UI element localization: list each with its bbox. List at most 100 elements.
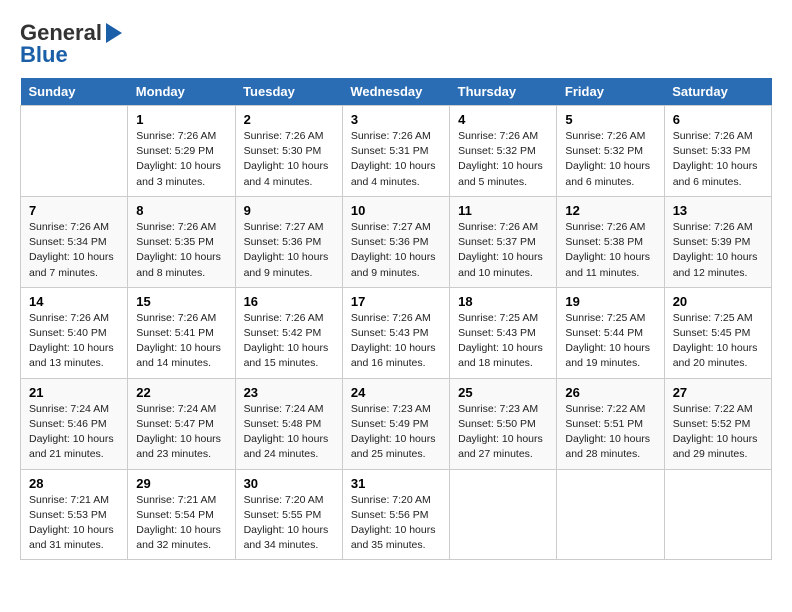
calendar-cell: 7 Sunrise: 7:26 AMSunset: 5:34 PMDaylight… xyxy=(21,196,128,287)
calendar-cell: 21 Sunrise: 7:24 AMSunset: 5:46 PMDayligh… xyxy=(21,378,128,469)
cell-content: Sunrise: 7:25 AMSunset: 5:43 PMDaylight:… xyxy=(458,311,548,372)
day-number: 18 xyxy=(458,294,548,309)
day-number: 16 xyxy=(244,294,334,309)
header-row: SundayMondayTuesdayWednesdayThursdayFrid… xyxy=(21,78,772,106)
calendar-cell: 19 Sunrise: 7:25 AMSunset: 5:44 PMDayligh… xyxy=(557,287,664,378)
day-number: 13 xyxy=(673,203,763,218)
day-number: 19 xyxy=(565,294,655,309)
calendar-cell: 8 Sunrise: 7:26 AMSunset: 5:35 PMDaylight… xyxy=(128,196,235,287)
cell-content: Sunrise: 7:20 AMSunset: 5:56 PMDaylight:… xyxy=(351,493,441,554)
day-number: 3 xyxy=(351,112,441,127)
cell-content: Sunrise: 7:26 AMSunset: 5:33 PMDaylight:… xyxy=(673,129,763,190)
calendar-cell: 12 Sunrise: 7:26 AMSunset: 5:38 PMDayligh… xyxy=(557,196,664,287)
day-number: 26 xyxy=(565,385,655,400)
week-row: 21 Sunrise: 7:24 AMSunset: 5:46 PMDayligh… xyxy=(21,378,772,469)
calendar-cell: 28 Sunrise: 7:21 AMSunset: 5:53 PMDayligh… xyxy=(21,469,128,560)
day-number: 14 xyxy=(29,294,119,309)
col-header-thursday: Thursday xyxy=(450,78,557,106)
day-number: 29 xyxy=(136,476,226,491)
calendar-cell: 16 Sunrise: 7:26 AMSunset: 5:42 PMDayligh… xyxy=(235,287,342,378)
page-header: General Blue xyxy=(20,20,772,68)
cell-content: Sunrise: 7:25 AMSunset: 5:44 PMDaylight:… xyxy=(565,311,655,372)
cell-content: Sunrise: 7:26 AMSunset: 5:40 PMDaylight:… xyxy=(29,311,119,372)
calendar-cell: 26 Sunrise: 7:22 AMSunset: 5:51 PMDayligh… xyxy=(557,378,664,469)
day-number: 8 xyxy=(136,203,226,218)
calendar-cell xyxy=(557,469,664,560)
calendar-cell: 3 Sunrise: 7:26 AMSunset: 5:31 PMDaylight… xyxy=(342,106,449,197)
col-header-wednesday: Wednesday xyxy=(342,78,449,106)
cell-content: Sunrise: 7:22 AMSunset: 5:51 PMDaylight:… xyxy=(565,402,655,463)
cell-content: Sunrise: 7:20 AMSunset: 5:55 PMDaylight:… xyxy=(244,493,334,554)
day-number: 20 xyxy=(673,294,763,309)
calendar-cell: 22Sunrise: 7:24 AMSunset: 5:47 PMDayligh… xyxy=(128,378,235,469)
calendar-cell: 31 Sunrise: 7:20 AMSunset: 5:56 PMDayligh… xyxy=(342,469,449,560)
calendar-cell: 20 Sunrise: 7:25 AMSunset: 5:45 PMDayligh… xyxy=(664,287,771,378)
cell-content: Sunrise: 7:26 AMSunset: 5:42 PMDaylight:… xyxy=(244,311,334,372)
calendar-cell: 23 Sunrise: 7:24 AMSunset: 5:48 PMDayligh… xyxy=(235,378,342,469)
cell-content: Sunrise: 7:22 AMSunset: 5:52 PMDaylight:… xyxy=(673,402,763,463)
cell-content: Sunrise: 7:26 AMSunset: 5:32 PMDaylight:… xyxy=(565,129,655,190)
day-number: 12 xyxy=(565,203,655,218)
cell-content: Sunrise: 7:24 AMSunset: 5:48 PMDaylight:… xyxy=(244,402,334,463)
logo-arrow-icon xyxy=(106,23,122,43)
day-number: 10 xyxy=(351,203,441,218)
cell-content: Sunrise: 7:26 AMSunset: 5:29 PMDaylight:… xyxy=(136,129,226,190)
day-number: 28 xyxy=(29,476,119,491)
day-number: 25 xyxy=(458,385,548,400)
day-number: 4 xyxy=(458,112,548,127)
cell-content: Sunrise: 7:26 AMSunset: 5:39 PMDaylight:… xyxy=(673,220,763,281)
day-number: 22 xyxy=(136,385,226,400)
calendar-cell: 30 Sunrise: 7:20 AMSunset: 5:55 PMDayligh… xyxy=(235,469,342,560)
cell-content: Sunrise: 7:26 AMSunset: 5:37 PMDaylight:… xyxy=(458,220,548,281)
day-number: 5 xyxy=(565,112,655,127)
day-number: 21 xyxy=(29,385,119,400)
day-number: 30 xyxy=(244,476,334,491)
col-header-monday: Monday xyxy=(128,78,235,106)
cell-content: Sunrise: 7:26 AMSunset: 5:31 PMDaylight:… xyxy=(351,129,441,190)
calendar-cell: 27 Sunrise: 7:22 AMSunset: 5:52 PMDayligh… xyxy=(664,378,771,469)
cell-content: Sunrise: 7:25 AMSunset: 5:45 PMDaylight:… xyxy=(673,311,763,372)
calendar-table: SundayMondayTuesdayWednesdayThursdayFrid… xyxy=(20,78,772,560)
day-number: 24 xyxy=(351,385,441,400)
day-number: 11 xyxy=(458,203,548,218)
cell-content: Sunrise: 7:26 AMSunset: 5:34 PMDaylight:… xyxy=(29,220,119,281)
day-number: 2 xyxy=(244,112,334,127)
week-row: 14 Sunrise: 7:26 AMSunset: 5:40 PMDayligh… xyxy=(21,287,772,378)
calendar-cell xyxy=(664,469,771,560)
week-row: 28 Sunrise: 7:21 AMSunset: 5:53 PMDayligh… xyxy=(21,469,772,560)
cell-content: Sunrise: 7:26 AMSunset: 5:43 PMDaylight:… xyxy=(351,311,441,372)
cell-content: Sunrise: 7:23 AMSunset: 5:49 PMDaylight:… xyxy=(351,402,441,463)
col-header-sunday: Sunday xyxy=(21,78,128,106)
cell-content: Sunrise: 7:26 AMSunset: 5:38 PMDaylight:… xyxy=(565,220,655,281)
day-number: 9 xyxy=(244,203,334,218)
calendar-cell xyxy=(21,106,128,197)
calendar-cell: 13 Sunrise: 7:26 AMSunset: 5:39 PMDayligh… xyxy=(664,196,771,287)
cell-content: Sunrise: 7:21 AMSunset: 5:53 PMDaylight:… xyxy=(29,493,119,554)
calendar-cell: 25Sunrise: 7:23 AMSunset: 5:50 PMDayligh… xyxy=(450,378,557,469)
day-number: 6 xyxy=(673,112,763,127)
col-header-saturday: Saturday xyxy=(664,78,771,106)
day-number: 17 xyxy=(351,294,441,309)
logo-blue: Blue xyxy=(20,42,68,68)
cell-content: Sunrise: 7:27 AMSunset: 5:36 PMDaylight:… xyxy=(244,220,334,281)
day-number: 1 xyxy=(136,112,226,127)
calendar-cell: 5 Sunrise: 7:26 AMSunset: 5:32 PMDaylight… xyxy=(557,106,664,197)
cell-content: Sunrise: 7:24 AMSunset: 5:46 PMDaylight:… xyxy=(29,402,119,463)
col-header-tuesday: Tuesday xyxy=(235,78,342,106)
calendar-cell: 10Sunrise: 7:27 AMSunset: 5:36 PMDayligh… xyxy=(342,196,449,287)
calendar-cell xyxy=(450,469,557,560)
calendar-cell: 17 Sunrise: 7:26 AMSunset: 5:43 PMDayligh… xyxy=(342,287,449,378)
day-number: 23 xyxy=(244,385,334,400)
day-number: 31 xyxy=(351,476,441,491)
cell-content: Sunrise: 7:26 AMSunset: 5:35 PMDaylight:… xyxy=(136,220,226,281)
calendar-cell: 29Sunrise: 7:21 AMSunset: 5:54 PMDayligh… xyxy=(128,469,235,560)
cell-content: Sunrise: 7:26 AMSunset: 5:41 PMDaylight:… xyxy=(136,311,226,372)
calendar-cell: 11 Sunrise: 7:26 AMSunset: 5:37 PMDayligh… xyxy=(450,196,557,287)
calendar-cell: 9 Sunrise: 7:27 AMSunset: 5:36 PMDaylight… xyxy=(235,196,342,287)
day-number: 7 xyxy=(29,203,119,218)
calendar-cell: 14 Sunrise: 7:26 AMSunset: 5:40 PMDayligh… xyxy=(21,287,128,378)
day-number: 27 xyxy=(673,385,763,400)
logo: General Blue xyxy=(20,20,122,68)
calendar-cell: 2Sunrise: 7:26 AMSunset: 5:30 PMDaylight… xyxy=(235,106,342,197)
cell-content: Sunrise: 7:26 AMSunset: 5:32 PMDaylight:… xyxy=(458,129,548,190)
